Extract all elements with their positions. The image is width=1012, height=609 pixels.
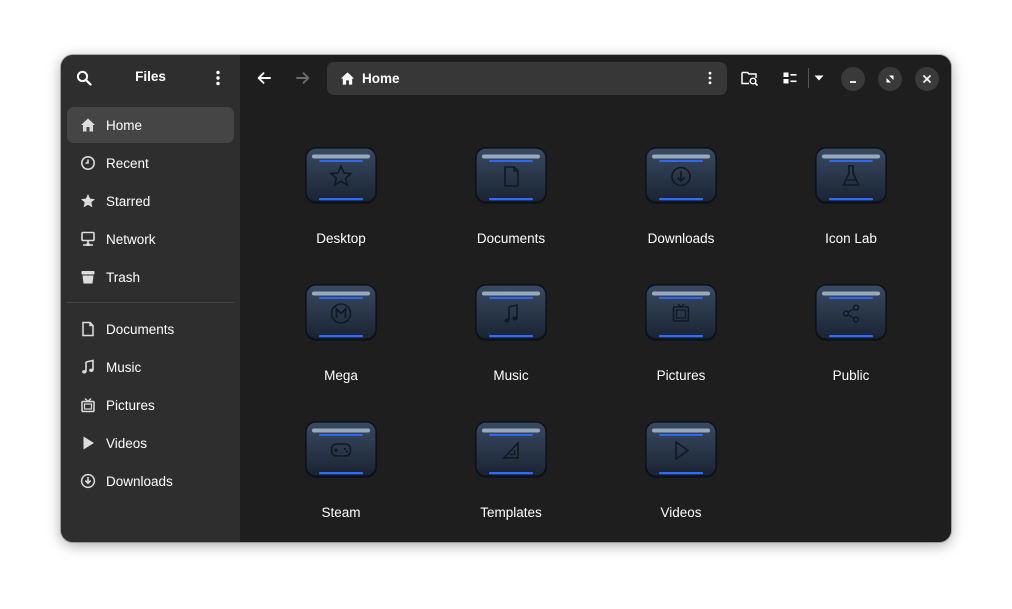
document-icon [80, 321, 96, 337]
folder-item[interactable]: Mega [271, 282, 411, 402]
folder-label: Pictures [656, 368, 706, 383]
folder-item[interactable]: Templates [441, 419, 581, 539]
sidebar-item-videos[interactable]: Videos [67, 425, 234, 461]
sidebar-item-label: Network [106, 231, 156, 247]
sidebar-list: Home Recent Starred Network Trash Docume… [67, 107, 234, 501]
folder-label: Public [832, 368, 870, 383]
sidebar-item-label: Videos [106, 435, 148, 451]
folder-icon [473, 419, 549, 481]
folder-item[interactable]: Videos [611, 419, 751, 539]
main-menu-button[interactable] [203, 63, 233, 93]
folder-icon [813, 282, 889, 344]
sidebar-item-label: Recent [106, 155, 149, 171]
sidebar-item-pictures[interactable]: Pictures [67, 387, 234, 423]
folder-label: Steam [321, 505, 361, 520]
sidebar-item-downloads[interactable]: Downloads [67, 463, 234, 499]
folder-grid: Desktop Documents Downloads Icon Lab Mega Mus… [240, 55, 951, 542]
folder-icon [643, 419, 719, 481]
sidebar-separator [67, 302, 234, 303]
folder-item[interactable]: Music [441, 282, 581, 402]
trash-icon [80, 269, 96, 285]
folder-icon [303, 282, 379, 344]
folder-label: Music [493, 368, 529, 383]
folder-item[interactable]: Public [781, 282, 921, 402]
sidebar: Files Home Recent Starred Network Trash … [61, 55, 240, 542]
sidebar-item-label: Downloads [106, 473, 173, 489]
network-icon [80, 231, 96, 247]
sidebar-item-label: Pictures [106, 397, 155, 413]
folder-label: Videos [660, 505, 702, 520]
sidebar-item-starred[interactable]: Starred [67, 183, 234, 219]
music-note-icon [80, 359, 96, 375]
clock-icon [80, 155, 96, 171]
sidebar-item-trash[interactable]: Trash [67, 259, 234, 295]
folder-item[interactable]: Icon Lab [781, 145, 921, 265]
sidebar-item-label: Music [106, 359, 142, 375]
folder-item[interactable]: Desktop [271, 145, 411, 265]
folder-icon [473, 145, 549, 207]
folder-item[interactable]: Documents [441, 145, 581, 265]
sidebar-item-network[interactable]: Network [67, 221, 234, 257]
folder-item[interactable]: Downloads [611, 145, 751, 265]
vertical-dots-icon [216, 70, 220, 86]
sidebar-item-music[interactable]: Music [67, 349, 234, 385]
folder-icon [813, 145, 889, 207]
main-content: Home Desktop Documents Downloads Icon La… [240, 55, 951, 542]
folder-label: Templates [480, 505, 542, 520]
sidebar-item-home[interactable]: Home [67, 107, 234, 143]
folder-icon [303, 419, 379, 481]
home-icon [80, 117, 96, 133]
sidebar-header: Files [61, 55, 240, 100]
sidebar-item-recent[interactable]: Recent [67, 145, 234, 181]
folder-icon [473, 282, 549, 344]
download-icon [80, 473, 96, 489]
star-icon [80, 193, 96, 209]
sidebar-item-label: Trash [106, 269, 141, 285]
picture-icon [80, 397, 96, 413]
folder-item[interactable]: Pictures [611, 282, 751, 402]
folder-icon [643, 145, 719, 207]
sidebar-item-label: Home [106, 117, 143, 133]
folder-label: Documents [476, 231, 546, 246]
folder-item[interactable]: Steam [271, 419, 411, 539]
sidebar-item-label: Documents [106, 321, 175, 337]
folder-label: Downloads [647, 231, 715, 246]
files-window: Files Home Recent Starred Network Trash … [61, 55, 951, 542]
folder-icon [303, 145, 379, 207]
folder-label: Desktop [316, 231, 366, 246]
sidebar-item-label: Starred [106, 193, 151, 209]
folder-icon [643, 282, 719, 344]
sidebar-item-documents[interactable]: Documents [67, 311, 234, 347]
play-icon [80, 435, 96, 451]
folder-label: Icon Lab [825, 231, 877, 246]
folder-label: Mega [324, 368, 358, 383]
